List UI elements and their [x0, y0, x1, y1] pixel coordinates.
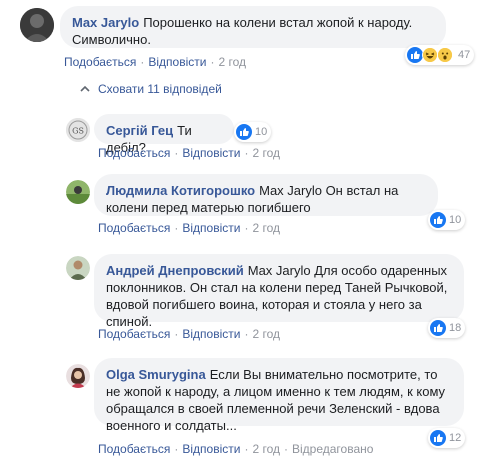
- reaction-summary[interactable]: 47: [405, 45, 475, 65]
- reply-bubble: Андрей Днепровский Max Jarylo Для особо о…: [94, 254, 464, 329]
- reply-1: GS Сергій Гец Ти дебіл? 10 Подобається · Ві…: [0, 112, 504, 167]
- svg-text:GS: GS: [72, 127, 84, 136]
- avatar[interactable]: [66, 364, 90, 388]
- hide-replies-label: Сховати 11 відповідей: [98, 82, 222, 96]
- like-reaction-icon: [430, 320, 446, 336]
- reaction-count: 18: [449, 322, 462, 334]
- avatar[interactable]: [66, 256, 90, 280]
- separator: ·: [174, 146, 179, 160]
- avatar[interactable]: GS: [66, 118, 90, 142]
- avatar[interactable]: [20, 8, 54, 42]
- reply-bubble: Людмила Котигорошко Max Jarylo Он встал н…: [94, 174, 438, 216]
- separator: ·: [244, 442, 249, 456]
- reply-bubble: Сергій Гец Ти дебіл?: [94, 114, 234, 155]
- separator: ·: [244, 221, 249, 235]
- reply-2: Людмила Котигорошко Max Jarylo Он встал н…: [0, 172, 504, 242]
- separator: ·: [284, 442, 288, 456]
- reaction-summary[interactable]: 10: [428, 210, 466, 230]
- comment-bubble: Max Jarylo Порошенко на колени встал жопо…: [60, 6, 446, 48]
- reply-bubble: Olga Smurygina Если Вы внимательно посмот…: [94, 358, 464, 433]
- separator: ·: [244, 327, 249, 341]
- reply-link[interactable]: Відповісти: [148, 55, 206, 69]
- reaction-count: 10: [255, 126, 268, 138]
- reply-author[interactable]: Olga Smurygina: [106, 367, 206, 382]
- avatar[interactable]: [66, 180, 90, 204]
- separator: ·: [174, 221, 179, 235]
- chevron-up-icon: [80, 82, 90, 96]
- reaction-summary[interactable]: 10: [234, 122, 272, 142]
- comment-top: Max Jarylo Порошенко на колени встал жопо…: [0, 0, 504, 80]
- reaction-summary[interactable]: 12: [428, 428, 466, 448]
- reply-actions: Подобається · Відповісти · 2 год · Відредагова…: [98, 442, 373, 456]
- avatar-image: [20, 8, 54, 42]
- reaction-count: 10: [449, 214, 462, 226]
- comment-author[interactable]: Max Jarylo: [72, 15, 139, 30]
- comment-time[interactable]: 2 год: [218, 55, 246, 69]
- reply-link[interactable]: Відповісти: [182, 146, 240, 160]
- like-link[interactable]: Подобається: [64, 55, 136, 69]
- wow-reaction-icon: [437, 47, 453, 63]
- reply-time[interactable]: 2 год: [252, 221, 280, 235]
- reaction-count: 47: [458, 49, 471, 61]
- reply-4: Olga Smurygina Если Вы внимательно посмот…: [0, 356, 504, 462]
- like-reaction-icon: [430, 212, 446, 228]
- reply-time[interactable]: 2 год: [252, 442, 280, 456]
- reply-actions: Подобається · Відповісти · 2 год: [98, 327, 280, 341]
- separator: ·: [140, 55, 145, 69]
- like-link[interactable]: Подобається: [98, 327, 170, 341]
- reply-link[interactable]: Відповісти: [182, 442, 240, 456]
- haha-reaction-icon: [422, 47, 438, 63]
- edited-label[interactable]: Відредаговано: [292, 442, 373, 456]
- reply-link[interactable]: Відповісти: [182, 327, 240, 341]
- separator: ·: [210, 55, 215, 69]
- reply-3: Андрей Днепровский Max Jarylo Для особо о…: [0, 252, 504, 352]
- reply-actions: Подобається · Відповісти · 2 год: [98, 146, 280, 160]
- reply-author[interactable]: Андрей Днепровский: [106, 263, 244, 278]
- reply-author[interactable]: Сергій Гец: [106, 123, 173, 138]
- reply-time[interactable]: 2 год: [252, 327, 280, 341]
- separator: ·: [174, 442, 179, 456]
- like-link[interactable]: Подобається: [98, 146, 170, 160]
- separator: ·: [244, 146, 249, 160]
- reaction-summary[interactable]: 18: [428, 318, 466, 338]
- like-reaction-icon: [236, 124, 252, 140]
- hide-replies-button[interactable]: Сховати 11 відповідей: [80, 82, 222, 96]
- reply-actions: Подобається · Відповісти · 2 год: [98, 221, 280, 235]
- reply-author[interactable]: Людмила Котигорошко: [106, 183, 255, 198]
- like-reaction-icon: [430, 430, 446, 446]
- reaction-count: 12: [449, 432, 462, 444]
- reply-time[interactable]: 2 год: [252, 146, 280, 160]
- like-link[interactable]: Подобається: [98, 442, 170, 456]
- like-reaction-icon: [407, 47, 423, 63]
- separator: ·: [174, 327, 179, 341]
- like-link[interactable]: Подобається: [98, 221, 170, 235]
- comment-actions: Подобається · Відповісти · 2 год: [64, 55, 246, 69]
- reply-link[interactable]: Відповісти: [182, 221, 240, 235]
